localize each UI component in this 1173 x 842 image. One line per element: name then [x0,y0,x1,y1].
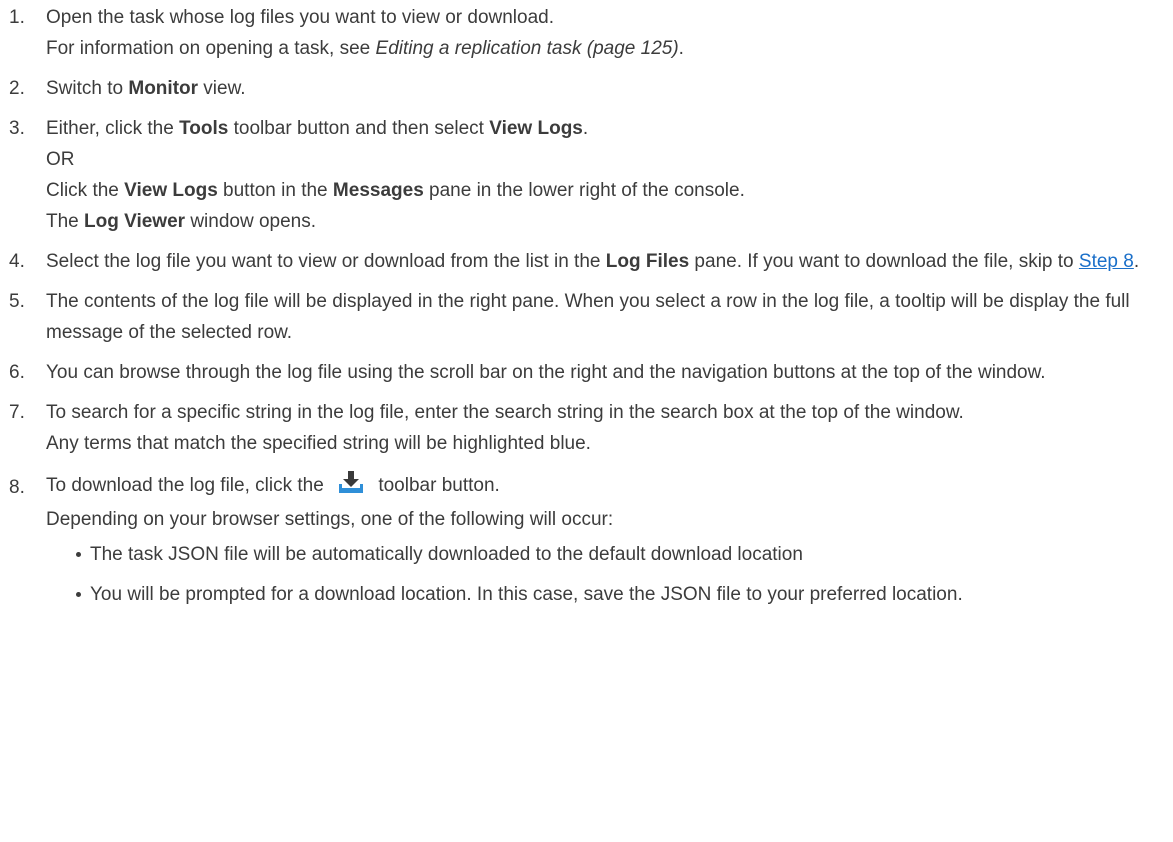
step-6: 6. You can browse through the log file u… [0,357,1173,388]
step-text: To download the log file, click the tool… [46,468,1173,504]
step-2: 2. Switch to Monitor view. [0,73,1173,104]
step-text: Depending on your browser settings, one … [46,509,614,530]
step-text: Either, click the Tools toolbar button a… [46,118,589,139]
download-icon [337,469,365,495]
step-1: 1. Open the task whose log files you wan… [0,2,1173,64]
list-item: The task JSON file will be automatically… [76,539,1173,570]
step-text: To search for a specific string in the l… [46,402,964,423]
step-number: 4. [9,251,25,272]
step-text: You can browse through the log file usin… [46,362,1046,383]
step-text: The contents of the log file will be dis… [46,291,1130,343]
step-text: Any terms that match the specified strin… [46,433,591,454]
step-number: 8. [9,477,25,498]
cross-reference: Editing a replication task (page 125) [375,38,679,59]
step-7: 7. To search for a specific string in th… [0,397,1173,459]
step-text: Click the View Logs button in the Messag… [46,180,745,201]
step-number: 7. [9,402,25,423]
step-number: 2. [9,78,25,99]
step-number: 1. [9,7,25,28]
step-8: 8. To download the log file, click the t… [0,468,1173,610]
step-number: 3. [9,118,25,139]
step-number: 5. [9,291,25,312]
step-5: 5. The contents of the log file will be … [0,286,1173,348]
step-8-link[interactable]: Step 8 [1079,251,1134,272]
step-text: For information on opening a task, see E… [46,38,684,59]
document-body: 1. Open the task whose log files you wan… [0,0,1173,619]
outcome-list: The task JSON file will be automatically… [46,539,1173,610]
step-text: OR [46,149,75,170]
step-text: The Log Viewer window opens. [46,211,317,232]
step-text: Select the log file you want to view or … [46,251,1140,272]
step-number: 6. [9,362,25,383]
step-text: Switch to Monitor view. [46,78,246,99]
step-3: 3. Either, click the Tools toolbar butto… [0,113,1173,237]
list-item: You will be prompted for a download loca… [76,579,1173,610]
step-4: 4. Select the log file you want to view … [0,246,1173,277]
step-text: Open the task whose log files you want t… [46,7,555,28]
